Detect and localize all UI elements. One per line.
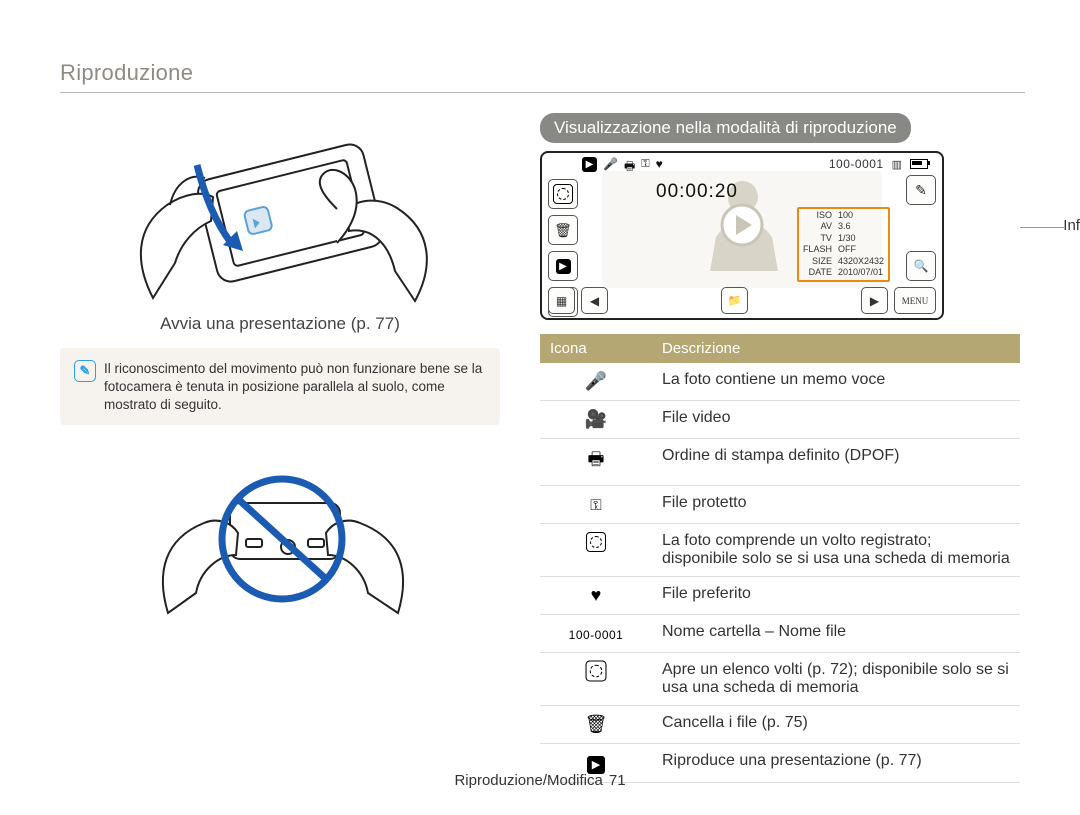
th-desc: Descrizione [652, 334, 1020, 363]
slideshow-icon[interactable]: ▶ [548, 251, 578, 281]
lcd-timer: 00:00:20 [656, 181, 738, 203]
row-desc: Cancella i file (p. 75) [652, 706, 1020, 744]
trash-icon: 🗑 [540, 706, 652, 744]
edit-icon[interactable]: ✎ [906, 175, 936, 205]
tilt-illustration [115, 113, 445, 308]
key-icon: ⚿ [641, 158, 649, 179]
icon-description-table: Icona Descrizione 🎤La foto contiene un m… [540, 334, 1020, 783]
grid-button[interactable]: ▦ [548, 287, 575, 314]
lcd-top-icons: ▶ 🎤 🖶 ⚿ ♥ [582, 157, 663, 178]
printer-icon: 🖶 [624, 157, 635, 178]
face-list-icon [540, 653, 652, 706]
prev-button[interactable]: ◀ [581, 287, 608, 314]
file-number: 100-0001 [829, 157, 884, 171]
video-icon: 🎥 [540, 401, 652, 439]
page-footer: Riproduzione/Modifica71 [0, 772, 1080, 789]
zoom-icon[interactable]: 🔍 [906, 251, 936, 281]
note-icon: ✎ [74, 360, 96, 382]
face-icon [540, 524, 652, 577]
row-desc: File video [652, 401, 1020, 439]
row-desc: Nome cartella – Nome file [652, 615, 1020, 653]
mic-icon: 🎤 [540, 363, 652, 401]
key-icon: ⚿ [540, 486, 652, 524]
row-desc: File preferito [652, 577, 1020, 615]
menu-button[interactable]: MENU [894, 287, 936, 314]
prohibited-illustration [150, 443, 410, 633]
callout-label: Informazioni [1063, 217, 1080, 234]
mic-icon: 🎤 [603, 157, 618, 178]
printer-icon: 🖶 [540, 439, 652, 486]
memory-icon: ▥ [892, 158, 902, 171]
playback-icon: ▶ [582, 157, 597, 172]
row-desc: File protetto [652, 486, 1020, 524]
row-desc: La foto contiene un memo voce [652, 363, 1020, 401]
heart-icon: ♥ [656, 157, 663, 178]
trash-icon[interactable]: 🗑 [548, 215, 578, 245]
row-desc: Apre un elenco volti (p. 72); disponibil… [652, 653, 1020, 706]
callout-line [1020, 227, 1064, 228]
note-box: ✎ Il riconoscimento del movimento può no… [60, 348, 500, 425]
face-list-icon[interactable] [548, 179, 578, 209]
battery-icon [910, 159, 928, 169]
th-icon: Icona [540, 334, 652, 363]
next-button[interactable]: ▶ [861, 287, 888, 314]
folder-button[interactable]: 📁 [721, 287, 748, 314]
heart-icon: ♥ [540, 577, 652, 615]
info-overlay: ISO100 AV3.6 TV1/30 FLASHOFF SIZE4320X24… [797, 207, 890, 282]
page-title: Riproduzione [60, 60, 1025, 86]
note-text: Il riconoscimento del movimento può non … [104, 360, 486, 413]
illustration-caption: Avvia una presentazione (p. 77) [60, 314, 500, 334]
title-rule [60, 92, 1025, 93]
camera-lcd: ▶ 🎤 🖶 ⚿ ♥ 100-0001 ▥ 00:00:20 🗑 [540, 151, 944, 320]
file-number-icon: 100-0001 [540, 615, 652, 653]
row-desc: Ordine di stampa definito (DPOF) [652, 439, 1020, 486]
section-heading: Visualizzazione nella modalità di riprod… [540, 113, 911, 143]
row-desc: La foto comprende un volto registrato; d… [652, 524, 1020, 577]
